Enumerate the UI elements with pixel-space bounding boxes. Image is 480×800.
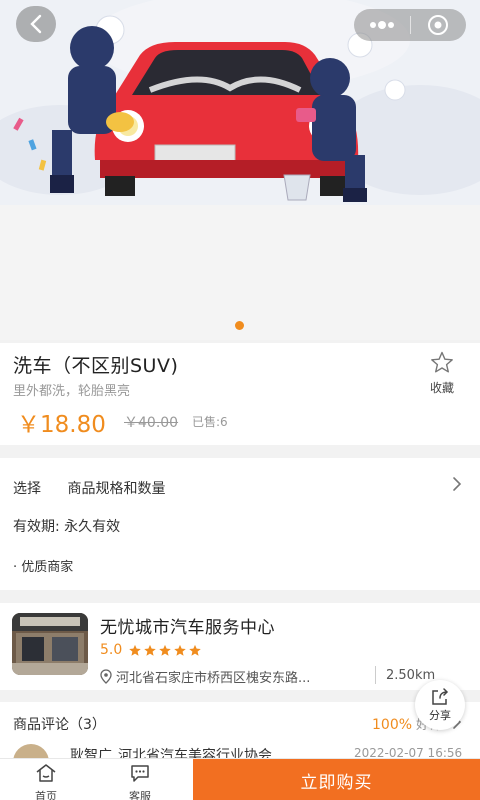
store-rating-value: 5.0 — [100, 642, 123, 658]
star-filled-icon — [144, 644, 157, 656]
chevron-right-icon[interactable] — [452, 476, 462, 492]
star-filled-icon — [129, 644, 142, 656]
close-button[interactable] — [411, 9, 467, 41]
favorite-label: 收藏 — [429, 381, 454, 395]
home-icon — [36, 764, 56, 782]
share-icon — [432, 687, 449, 705]
target-close-icon — [428, 15, 449, 35]
location-pin-icon — [100, 669, 112, 684]
address-divider — [375, 666, 376, 684]
chat-bubble-icon — [131, 765, 149, 782]
home-tab[interactable]: 首页 — [21, 763, 71, 800]
spec-select-value: 商品规格和数量 — [67, 481, 166, 497]
store-address-row[interactable]: 河北省石家庄市桥西区槐安东路... — [100, 667, 365, 686]
product-subtitle: 里外都洗，轮胎黑亮 — [13, 384, 131, 399]
back-button[interactable] — [16, 6, 56, 42]
product-options-card: 选择 商品规格和数量 有效期: 永久有效 · 优质商家 — [0, 458, 480, 590]
star-filled-icon — [189, 644, 202, 656]
product-original-price: ￥40.00 — [124, 415, 179, 431]
star-filled-icon — [174, 644, 187, 656]
star-outline-icon — [431, 351, 453, 373]
buy-now-button[interactable]: 立即购买 — [193, 759, 480, 800]
product-sold-count: 已售:6 — [192, 415, 228, 429]
customer-service-tab[interactable]: 客服 — [115, 763, 165, 800]
merchant-tag: · 优质商家 — [13, 560, 74, 575]
chevron-left-icon — [30, 14, 42, 34]
bottom-action-bar: 首页 客服 立即购买 — [0, 758, 480, 800]
banner-page-dot — [235, 321, 244, 330]
share-label: 分享 — [429, 708, 451, 722]
spec-select-key: 选择 — [13, 481, 41, 497]
home-tab-label: 首页 — [35, 790, 57, 800]
mini-program-capsule — [354, 9, 466, 41]
favorite-button[interactable]: 收藏 — [422, 351, 462, 396]
more-dots-icon — [369, 21, 394, 29]
rating-stars — [128, 644, 202, 657]
more-button[interactable] — [354, 9, 410, 41]
store-name: 无忧城市汽车服务中心 — [100, 618, 275, 638]
star-filled-icon — [159, 644, 172, 656]
store-distance: 2.50km — [386, 668, 436, 683]
store-card[interactable]: 无忧城市汽车服务中心 5.0 河北省石家庄市桥西区槐安东路... 2.50km — [0, 603, 480, 690]
good-rate-value: 100% — [372, 717, 413, 733]
product-info-card: 洗车（不区别SUV) 里外都洗，轮胎黑亮 ￥18.80 ￥40.00 已售:6 … — [0, 343, 480, 445]
store-rating: 5.0 — [100, 642, 202, 658]
share-button[interactable]: 分享 — [415, 680, 465, 730]
store-address: 河北省石家庄市桥西区槐安东路... — [116, 671, 311, 686]
reviews-title: 商品评论（3） — [13, 717, 106, 733]
validity-row: 有效期: 永久有效 — [13, 519, 121, 535]
product-price: ￥18.80 — [17, 412, 106, 438]
product-banner[interactable] — [0, 0, 480, 340]
spec-select-row[interactable]: 选择 商品规格和数量 — [13, 478, 165, 498]
product-title: 洗车（不区别SUV) — [13, 355, 179, 377]
customer-service-tab-label: 客服 — [129, 790, 151, 800]
store-photo — [12, 613, 88, 675]
